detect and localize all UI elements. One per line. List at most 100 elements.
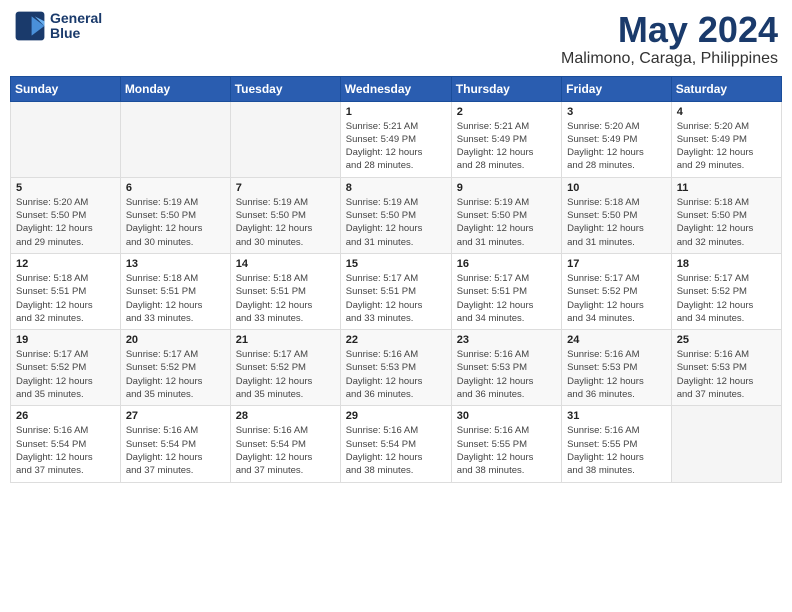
day-info: Sunrise: 5:18 AM Sunset: 5:50 PM Dayligh…: [567, 196, 666, 249]
day-number: 1: [346, 106, 446, 118]
calendar-cell: 14Sunrise: 5:18 AM Sunset: 5:51 PM Dayli…: [230, 253, 340, 329]
day-number: 9: [457, 182, 556, 194]
page-header: General Blue May 2024 Malimono, Caraga, …: [10, 10, 782, 68]
calendar-cell: 10 Sunrise: 5:18 AM Sunset: 5:50 PM Dayli…: [562, 177, 672, 253]
day-info: Sunrise: 5:17 AM Sunset: 5:52 PM Dayligh…: [236, 348, 335, 401]
calendar-cell: 4 Sunrise: 5:20 AM Sunset: 5:49 PM Daylig…: [671, 101, 781, 177]
calendar-cell: 27 Sunrise: 5:16 AM Sunset: 5:54 PM Dayli…: [120, 406, 230, 482]
logo-line2: Blue: [50, 26, 102, 41]
calendar-cell: 2Sunrise: 5:21 AM Sunset: 5:49 PM Daylig…: [451, 101, 561, 177]
weekday-header: Monday: [120, 76, 230, 101]
calendar-week-row: 1 Sunrise: 5:21 AM Sunset: 5:49 PM Daylig…: [11, 101, 782, 177]
day-info: Sunrise: 5:17 AM Sunset: 5:51 PM Dayligh…: [457, 272, 556, 325]
calendar-cell: 30 Sunrise: 5:16 AM Sunset: 5:55 PM Dayli…: [451, 406, 561, 482]
calendar-week-row: 12 Sunrise: 5:18 AM Sunset: 5:51 PM Dayli…: [11, 253, 782, 329]
calendar-cell: 5 Sunrise: 5:20 AM Sunset: 5:50 PM Daylig…: [11, 177, 121, 253]
calendar-cell: 25Sunrise: 5:16 AM Sunset: 5:53 PM Dayli…: [671, 330, 781, 406]
day-info: Sunrise: 5:17 AM Sunset: 5:52 PM Dayligh…: [677, 272, 776, 325]
day-number: 18: [677, 258, 776, 270]
day-number: 13: [126, 258, 225, 270]
day-info: Sunrise: 5:16 AM Sunset: 5:53 PM Dayligh…: [346, 348, 446, 401]
day-number: 16: [457, 258, 556, 270]
calendar-cell: 28Sunrise: 5:16 AM Sunset: 5:54 PM Dayli…: [230, 406, 340, 482]
day-info: Sunrise: 5:18 AM Sunset: 5:51 PM Dayligh…: [236, 272, 335, 325]
calendar-cell: 6 Sunrise: 5:19 AM Sunset: 5:50 PM Daylig…: [120, 177, 230, 253]
calendar-cell: 26Sunrise: 5:16 AM Sunset: 5:54 PM Dayli…: [11, 406, 121, 482]
day-info: Sunrise: 5:18 AM Sunset: 5:51 PM Dayligh…: [126, 272, 225, 325]
calendar-cell: 19Sunrise: 5:17 AM Sunset: 5:52 PM Dayli…: [11, 330, 121, 406]
day-info: Sunrise: 5:20 AM Sunset: 5:50 PM Dayligh…: [16, 196, 115, 249]
day-info: Sunrise: 5:16 AM Sunset: 5:54 PM Dayligh…: [16, 424, 115, 477]
day-info: Sunrise: 5:17 AM Sunset: 5:51 PM Dayligh…: [346, 272, 446, 325]
day-number: 29: [346, 410, 446, 422]
day-number: 31: [567, 410, 666, 422]
calendar-cell: 1 Sunrise: 5:21 AM Sunset: 5:49 PM Daylig…: [340, 101, 451, 177]
calendar-cell: [120, 101, 230, 177]
day-info: Sunrise: 5:18 AM Sunset: 5:51 PM Dayligh…: [16, 272, 115, 325]
calendar-cell: [230, 101, 340, 177]
logo-line1: General: [50, 11, 102, 26]
day-number: 21: [236, 334, 335, 346]
day-info: Sunrise: 5:17 AM Sunset: 5:52 PM Dayligh…: [126, 348, 225, 401]
day-number: 19: [16, 334, 115, 346]
logo-text: General Blue: [50, 11, 102, 42]
day-info: Sunrise: 5:19 AM Sunset: 5:50 PM Dayligh…: [457, 196, 556, 249]
calendar-cell: 7 Sunrise: 5:19 AM Sunset: 5:50 PM Daylig…: [230, 177, 340, 253]
day-number: 7: [236, 182, 335, 194]
calendar-cell: 11Sunrise: 5:18 AM Sunset: 5:50 PM Dayli…: [671, 177, 781, 253]
calendar-cell: 17Sunrise: 5:17 AM Sunset: 5:52 PM Dayli…: [562, 253, 672, 329]
logo-icon: [14, 10, 46, 42]
day-info: Sunrise: 5:16 AM Sunset: 5:55 PM Dayligh…: [457, 424, 556, 477]
day-number: 2: [457, 106, 556, 118]
day-info: Sunrise: 5:21 AM Sunset: 5:49 PM Dayligh…: [346, 120, 446, 173]
calendar-cell: [671, 406, 781, 482]
weekday-header: Sunday: [11, 76, 121, 101]
day-number: 22: [346, 334, 446, 346]
weekday-header: Tuesday: [230, 76, 340, 101]
day-info: Sunrise: 5:19 AM Sunset: 5:50 PM Dayligh…: [126, 196, 225, 249]
day-number: 27: [126, 410, 225, 422]
day-number: 23: [457, 334, 556, 346]
day-info: Sunrise: 5:20 AM Sunset: 5:49 PM Dayligh…: [677, 120, 776, 173]
day-number: 10: [567, 182, 666, 194]
day-info: Sunrise: 5:16 AM Sunset: 5:54 PM Dayligh…: [346, 424, 446, 477]
calendar-cell: 16 Sunrise: 5:17 AM Sunset: 5:51 PM Dayli…: [451, 253, 561, 329]
calendar-cell: 3Sunrise: 5:20 AM Sunset: 5:49 PM Daylig…: [562, 101, 672, 177]
day-number: 6: [126, 182, 225, 194]
calendar-week-row: 19 Sunrise: 5:17 AM Sunset: 5:52 PM Dayli…: [11, 330, 782, 406]
weekday-header: Wednesday: [340, 76, 451, 101]
day-info: Sunrise: 5:16 AM Sunset: 5:54 PM Dayligh…: [126, 424, 225, 477]
day-number: 5: [16, 182, 115, 194]
logo: General Blue: [14, 10, 102, 42]
weekday-header: Thursday: [451, 76, 561, 101]
day-info: Sunrise: 5:16 AM Sunset: 5:54 PM Dayligh…: [236, 424, 335, 477]
day-info: Sunrise: 5:18 AM Sunset: 5:50 PM Dayligh…: [677, 196, 776, 249]
calendar-cell: 13 Sunrise: 5:18 AM Sunset: 5:51 PM Dayli…: [120, 253, 230, 329]
day-number: 17: [567, 258, 666, 270]
day-info: Sunrise: 5:19 AM Sunset: 5:50 PM Dayligh…: [236, 196, 335, 249]
calendar-cell: 12 Sunrise: 5:18 AM Sunset: 5:51 PM Dayli…: [11, 253, 121, 329]
calendar-week-row: 26Sunrise: 5:16 AM Sunset: 5:54 PM Dayli…: [11, 406, 782, 482]
calendar-cell: 29 Sunrise: 5:16 AM Sunset: 5:54 PM Dayli…: [340, 406, 451, 482]
day-number: 25: [677, 334, 776, 346]
day-number: 20: [126, 334, 225, 346]
day-number: 8: [346, 182, 446, 194]
day-info: Sunrise: 5:16 AM Sunset: 5:53 PM Dayligh…: [457, 348, 556, 401]
title-block: May 2024 Malimono, Caraga, Philippines: [561, 10, 778, 68]
day-number: 12: [16, 258, 115, 270]
month-title: May 2024: [561, 10, 778, 50]
weekday-header: Friday: [562, 76, 672, 101]
day-number: 4: [677, 106, 776, 118]
weekday-header: Saturday: [671, 76, 781, 101]
day-info: Sunrise: 5:20 AM Sunset: 5:49 PM Dayligh…: [567, 120, 666, 173]
calendar-cell: 18 Sunrise: 5:17 AM Sunset: 5:52 PM Dayli…: [671, 253, 781, 329]
day-info: Sunrise: 5:16 AM Sunset: 5:55 PM Dayligh…: [567, 424, 666, 477]
calendar-table: SundayMondayTuesdayWednesdayThursdayFrid…: [10, 76, 782, 483]
day-number: 30: [457, 410, 556, 422]
calendar-cell: 20 Sunrise: 5:17 AM Sunset: 5:52 PM Dayli…: [120, 330, 230, 406]
day-number: 15: [346, 258, 446, 270]
calendar-cell: 8 Sunrise: 5:19 AM Sunset: 5:50 PM Daylig…: [340, 177, 451, 253]
calendar-cell: 31 Sunrise: 5:16 AM Sunset: 5:55 PM Dayli…: [562, 406, 672, 482]
day-info: Sunrise: 5:19 AM Sunset: 5:50 PM Dayligh…: [346, 196, 446, 249]
calendar-cell: 15 Sunrise: 5:17 AM Sunset: 5:51 PM Dayli…: [340, 253, 451, 329]
